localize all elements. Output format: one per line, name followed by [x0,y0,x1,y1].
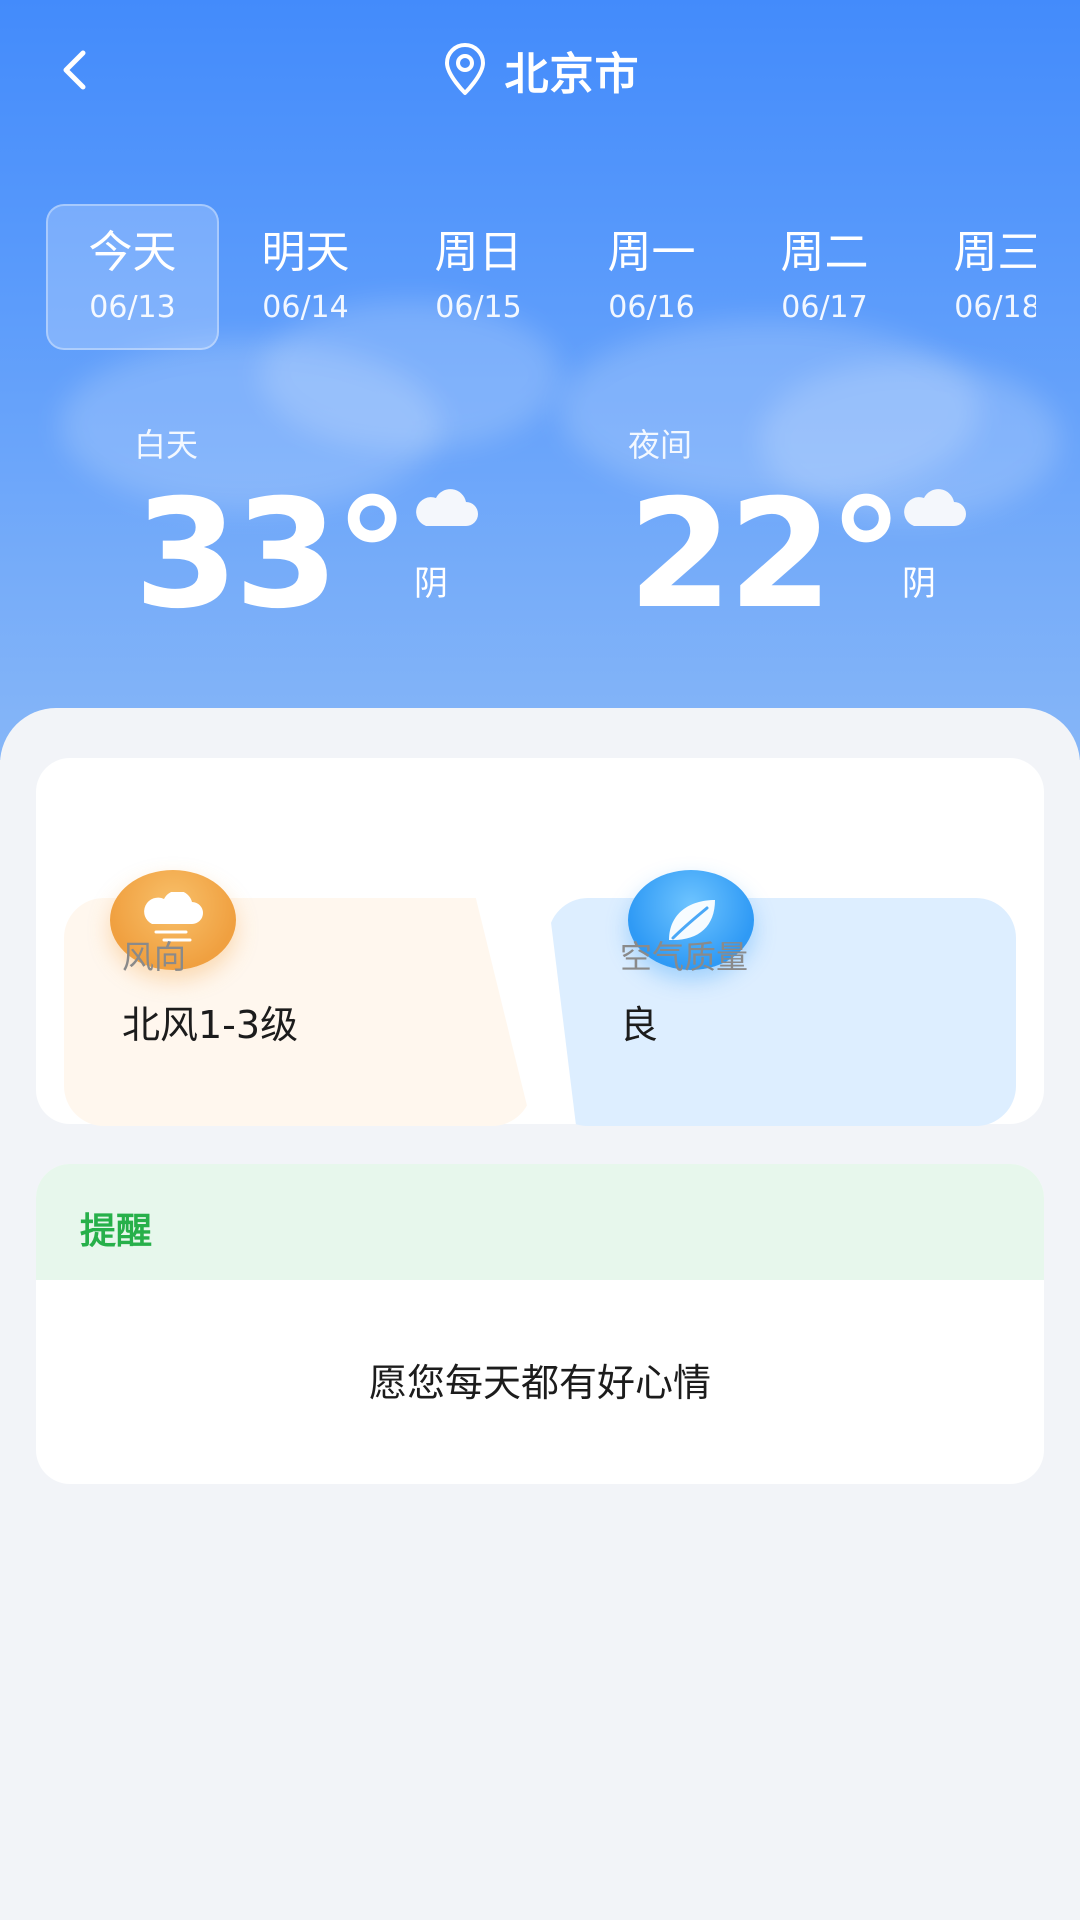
night-forecast: 夜间 22° 阴 [628,420,1048,640]
location-title[interactable]: 北京市 [0,40,1080,100]
day-date: 06/16 [608,290,695,325]
day-tab-1[interactable]: 明天 06/14 [219,204,392,350]
weather-detail-page: 北京市 今天 06/13 明天 06/14 周日 06/15 周一 06/16 … [0,0,1080,1920]
day-date: 06/15 [435,290,522,325]
day-name: 周二 [780,227,869,278]
day-tab-0[interactable]: 今天 06/13 [46,204,219,350]
day-tab-4[interactable]: 周二 06/17 [738,204,911,350]
day-name: 明天 [261,227,350,278]
day-tabs: 今天 06/13 明天 06/14 周日 06/15 周一 06/16 周二 0… [46,204,1036,352]
city-name: 北京市 [504,49,640,100]
day-name: 周一 [607,227,696,278]
day-name: 周日 [434,227,523,278]
day-date: 06/13 [89,290,176,325]
night-temperature: 22° [628,468,904,642]
wind-value: 北风1-3级 [122,1003,299,1047]
metrics-card: 风向 北风1-3级 空气质量 良 [36,758,1044,1126]
air-quality-label: 空气质量 [620,938,749,976]
air-quality-value: 良 [620,1003,659,1047]
reminder-card: 提醒 愿您每天都有好心情 [36,1164,1044,1484]
day-tab-2[interactable]: 周日 06/15 [392,204,565,350]
cloud-icon [904,489,966,526]
cloud-icon [416,489,478,526]
content-sheet: 风向 北风1-3级 空气质量 良 提醒 愿您每天都有好心情 [0,708,1080,1920]
daytime-label: 白天 [134,426,199,464]
reminder-title: 提醒 [80,1211,153,1252]
daytime-condition: 阴 [414,564,448,604]
day-tab-5[interactable]: 周三 06/18 [911,204,1037,350]
daytime-forecast: 白天 33° 阴 [134,420,554,640]
location-pin-icon [444,43,485,95]
top-bar: 北京市 [0,30,1080,110]
reminder-text: 愿您每天都有好心情 [368,1361,711,1405]
night-condition: 阴 [902,564,936,604]
day-date: 06/17 [781,290,868,325]
air-quality-panel [548,898,1016,1126]
weather-header: 北京市 今天 06/13 明天 06/14 周日 06/15 周一 06/16 … [0,0,1080,760]
day-name: 今天 [88,227,177,278]
wind-label: 风向 [122,938,187,976]
day-name: 周三 [953,227,1037,278]
night-label: 夜间 [628,426,693,464]
day-date: 06/14 [262,290,349,325]
daytime-temperature: 33° [134,468,410,642]
reminder-header: 提醒 [36,1164,1044,1280]
day-tab-3[interactable]: 周一 06/16 [565,204,738,350]
day-date: 06/18 [954,290,1036,325]
